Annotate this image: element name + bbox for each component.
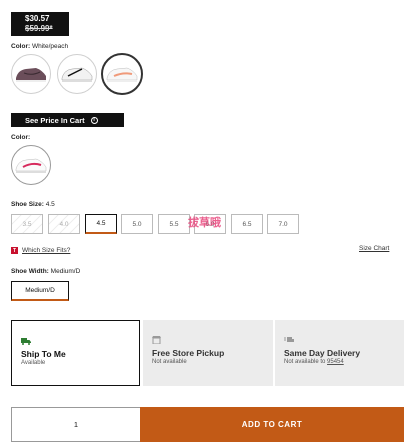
size-option-4-5[interactable]: 4.5 <box>85 214 117 234</box>
store-icon <box>152 336 161 345</box>
delivery-icon <box>284 337 294 342</box>
same-day-status-text: Not available to <box>284 359 326 365</box>
color-swatch-white-black[interactable] <box>57 54 97 94</box>
same-day-delivery-status: Not available to 95454 <box>284 359 395 365</box>
size-option-4-0[interactable]: 4.0 <box>48 214 80 234</box>
truck-icon <box>21 338 31 345</box>
price-box: $30.57 $59.99* <box>11 12 69 36</box>
see-price-in-cart-banner[interactable]: See Price In Cart i <box>11 113 124 127</box>
shoe-image <box>15 158 47 173</box>
color-value: White/peach <box>31 43 69 50</box>
add-to-cart-button[interactable]: ADD TO CART <box>140 407 404 442</box>
color-label-text: Color: <box>11 43 31 50</box>
cart-banner-label: See Price In Cart <box>25 115 85 125</box>
true-fit-badge-icon: T <box>11 247 18 254</box>
ship-to-me-status: Available <box>21 360 46 366</box>
quantity-field[interactable]: 1 <box>11 407 141 442</box>
size-option-6-5[interactable]: 6.5 <box>231 214 263 234</box>
color-swatch-white-pink[interactable] <box>11 145 51 185</box>
size-option-3-5[interactable]: 3.5 <box>11 214 43 234</box>
info-icon[interactable]: i <box>90 116 98 124</box>
same-day-delivery-title: Same Day Delivery <box>284 348 361 358</box>
color-label: Color: White/peach <box>11 43 68 50</box>
width-value: Medium/D <box>50 268 81 275</box>
size-option-5-5[interactable]: 5.5 <box>158 214 190 234</box>
shoe-image <box>61 67 93 82</box>
which-size-fits-link[interactable]: Which Size Fits? <box>22 247 70 254</box>
width-option-medium[interactable]: Medium/D <box>11 281 69 301</box>
free-store-pickup-title: Free Store Pickup <box>152 348 225 358</box>
watermark: 拔草哦 <box>188 217 221 229</box>
width-label: Shoe Width: Medium/D <box>11 268 80 275</box>
shoe-image <box>16 68 46 82</box>
color-swatch-plum[interactable] <box>11 54 51 94</box>
ship-to-me-option[interactable]: Ship To Me Available <box>11 320 140 386</box>
size-option-5-0[interactable]: 5.0 <box>121 214 153 234</box>
size-option-7-0[interactable]: 7.0 <box>267 214 299 234</box>
free-store-pickup-status: Not available <box>152 359 187 365</box>
size-fit-row: T Which Size Fits? <box>11 247 70 254</box>
color-label-text-2: Color: <box>11 134 31 141</box>
width-label-text: Shoe Width: <box>11 268 49 275</box>
free-store-pickup-option[interactable]: Free Store Pickup Not available <box>143 320 273 386</box>
color-label-2: Color: <box>11 134 30 141</box>
shoe-image <box>106 67 138 82</box>
current-price: $30.57 <box>25 14 50 23</box>
same-day-delivery-option[interactable]: Same Day Delivery Not available to 95454 <box>275 320 404 386</box>
ship-to-me-title: Ship To Me <box>21 349 66 359</box>
original-price: $59.99* <box>25 24 53 33</box>
size-label-text: Shoe Size: <box>11 201 44 208</box>
size-chart-link[interactable]: Size Chart <box>359 245 389 252</box>
zip-code-link[interactable]: 95454 <box>327 359 344 365</box>
size-value: 4.5 <box>45 201 55 208</box>
size-label: Shoe Size: 4.5 <box>11 201 55 208</box>
color-swatch-white-peach[interactable] <box>101 53 143 95</box>
